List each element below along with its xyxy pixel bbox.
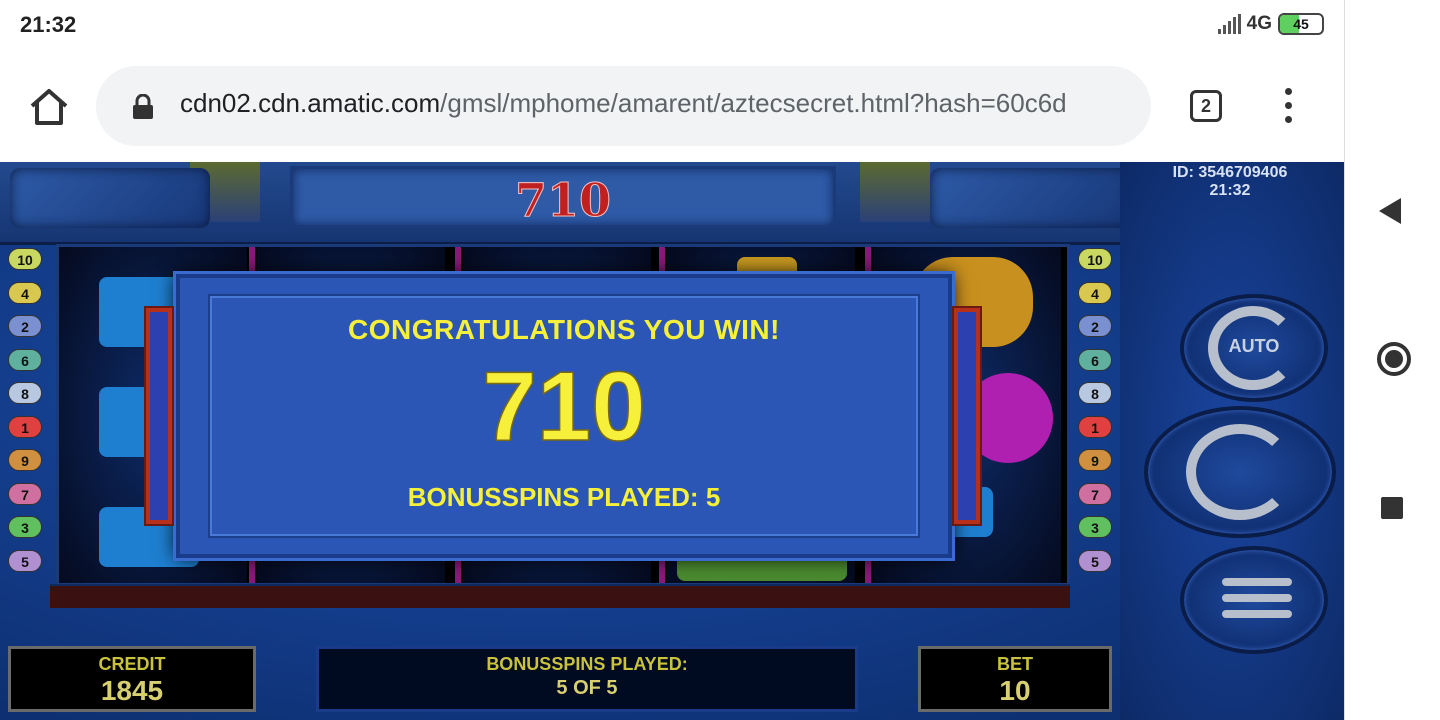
sky-decoration xyxy=(860,162,930,222)
slot-game: 710 ID: 3546709406 21:32 AUTO 10 4 2 6 8 1 9 7 3… xyxy=(0,162,1344,720)
battery-level: 45 xyxy=(1293,16,1309,32)
credit-value: 1845 xyxy=(100,675,164,706)
top-win-display: 710 xyxy=(290,166,836,228)
menu-button[interactable] xyxy=(1180,546,1328,654)
payline-button: 5 xyxy=(8,549,42,572)
payline-button: 5 xyxy=(1078,549,1112,572)
system-nav-bar xyxy=(1344,0,1440,720)
payline-button: 4 xyxy=(1078,281,1112,304)
credit-label: CREDIT xyxy=(98,654,166,674)
bet-display: BET 10 xyxy=(918,646,1112,712)
status-bar: 21:32 4G 45 xyxy=(0,0,1344,52)
more-menu-icon[interactable] xyxy=(1283,88,1293,128)
auto-button[interactable]: AUTO xyxy=(1180,294,1328,402)
url-host: cdn02.cdn.amatic.com xyxy=(180,88,441,118)
top-win-amount: 710 xyxy=(514,173,612,228)
top-frame: 710 xyxy=(0,162,1130,245)
bonus-spins-value: 5 OF 5 xyxy=(556,677,618,699)
paylines-left: 10 4 2 6 8 1 9 7 3 5 xyxy=(8,248,44,583)
payline-button: 1 xyxy=(8,415,42,438)
payline-button: 10 xyxy=(8,248,42,270)
clock: 21:32 xyxy=(20,12,77,37)
payline-button: 3 xyxy=(8,516,42,538)
payline-button: 9 xyxy=(1078,449,1112,471)
payline-button: 8 xyxy=(8,382,42,404)
auto-label: AUTO xyxy=(1228,336,1280,356)
paylines-right: 10 4 2 6 8 1 9 7 3 5 xyxy=(1078,248,1114,583)
congrats-text: CONGRATULATIONS YOU WIN! xyxy=(348,314,780,345)
payline-button: 2 xyxy=(1078,315,1112,337)
bet-value: 10 xyxy=(999,675,1031,706)
bonus-spins-display: BONUSSPINS PLAYED: 5 OF 5 xyxy=(316,646,858,712)
serpent-carving-right xyxy=(930,168,1130,228)
spin-arrows-icon xyxy=(1186,424,1294,520)
browser-toolbar: cdn02.cdn.amatic.com/gmsl/mphome/amarent… xyxy=(0,52,1344,162)
payline-button: 1 xyxy=(1078,415,1112,438)
bet-label: BET xyxy=(997,654,1033,674)
status-icons: 4G 45 xyxy=(1217,13,1324,35)
machine-info: ID: 3546709406 21:32 xyxy=(1130,164,1330,200)
spin-button[interactable] xyxy=(1144,406,1336,538)
win-popup: CONGRATULATIONS YOU WIN! 710 BONUSSPINS … xyxy=(176,274,952,558)
battery-icon: 45 xyxy=(1278,13,1324,35)
bonus-spins-label: BONUSSPINS PLAYED: xyxy=(486,654,688,674)
credit-display: CREDIT 1845 xyxy=(8,646,256,712)
back-icon[interactable] xyxy=(1379,198,1401,224)
tab-switcher-button[interactable]: 2 xyxy=(1190,90,1222,122)
serpent-carving-left xyxy=(10,168,210,228)
payline-button: 2 xyxy=(8,315,42,337)
payline-button: 7 xyxy=(8,482,42,505)
network-type: 4G xyxy=(1246,13,1272,34)
address-bar[interactable]: cdn02.cdn.amatic.com/gmsl/mphome/amarent… xyxy=(96,66,1151,146)
payline-button: 6 xyxy=(8,348,42,371)
home-nav-icon[interactable] xyxy=(1377,342,1411,376)
popup-pillar-right xyxy=(952,306,982,526)
popup-pillar-left xyxy=(144,306,174,526)
url-path: /gmsl/mphome/amarent/aztecsecret.html?ha… xyxy=(440,88,1067,118)
control-panel: ID: 3546709406 21:32 AUTO xyxy=(1120,162,1344,720)
machine-time: 21:32 xyxy=(1209,182,1251,199)
payline-button: 3 xyxy=(1078,516,1112,538)
home-icon[interactable] xyxy=(28,86,70,128)
payline-button: 9 xyxy=(8,449,42,471)
recent-apps-icon[interactable] xyxy=(1381,497,1403,519)
payline-button: 4 xyxy=(8,281,42,304)
menu-icon xyxy=(1222,578,1292,586)
payline-button: 7 xyxy=(1078,482,1112,505)
reel-bottom-bar xyxy=(50,584,1070,608)
bonus-spins-played-text: BONUSSPINS PLAYED: 5 xyxy=(407,482,721,512)
url-text[interactable]: cdn02.cdn.amatic.com/gmsl/mphome/amarent… xyxy=(180,88,1130,119)
machine-id: ID: 3546709406 xyxy=(1172,164,1288,181)
payline-button: 10 xyxy=(1078,248,1112,270)
payline-button: 6 xyxy=(1078,348,1112,371)
signal-icon xyxy=(1217,14,1241,34)
lock-icon xyxy=(133,94,153,119)
payline-button: 8 xyxy=(1078,382,1112,404)
win-amount: 710 xyxy=(481,350,646,462)
